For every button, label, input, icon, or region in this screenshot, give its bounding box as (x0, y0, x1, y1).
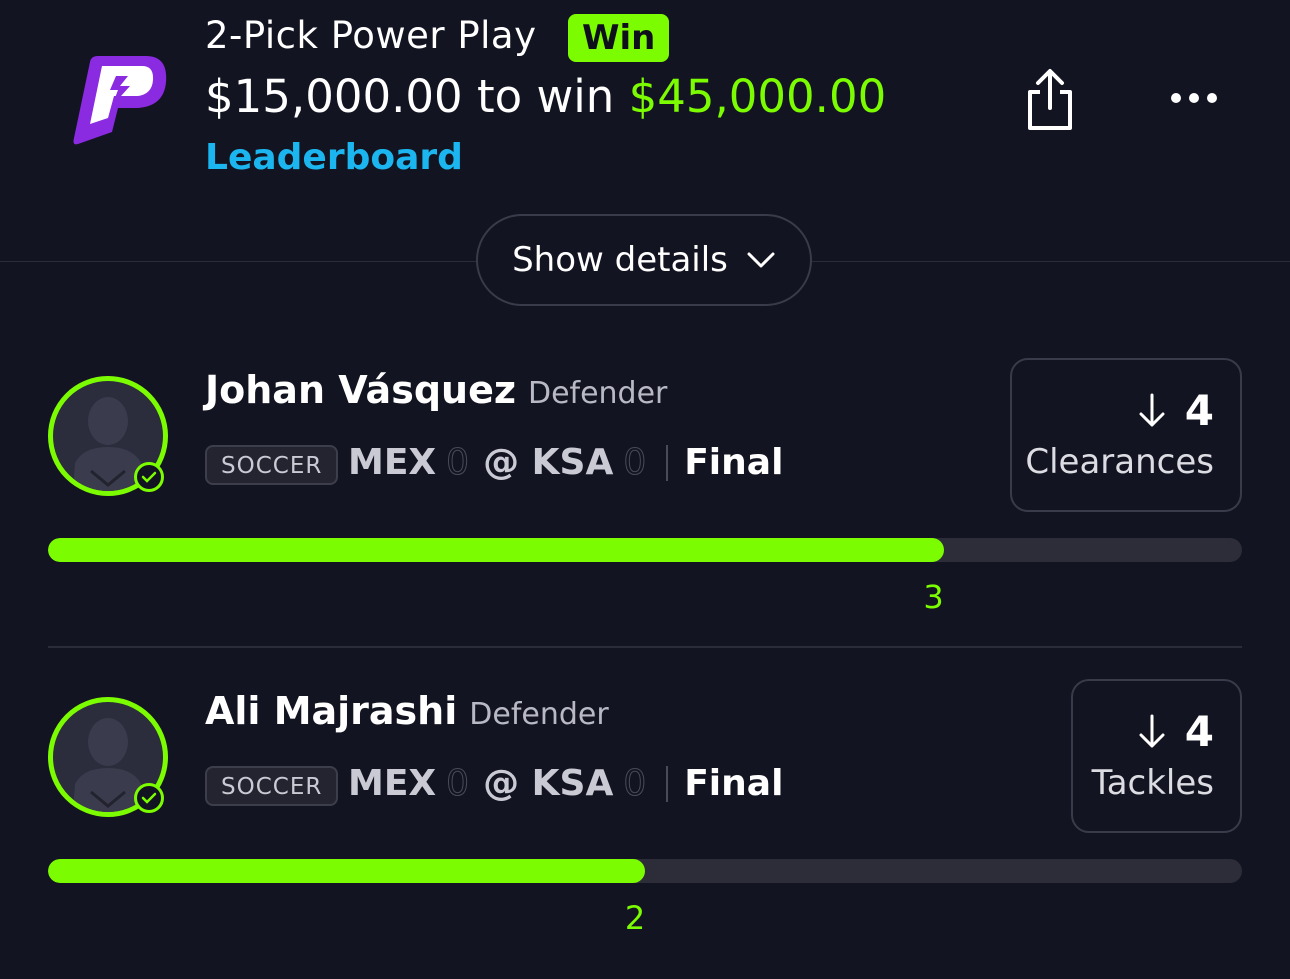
app-logo (68, 48, 172, 148)
projection-line: 4 (1184, 707, 1214, 756)
share-button[interactable] (1020, 66, 1080, 132)
away-score: 0 (446, 442, 470, 484)
actual-value: 2 (624, 899, 646, 937)
check-icon (134, 783, 164, 813)
game-status: Final (684, 442, 784, 483)
away-team: MEX (348, 763, 437, 804)
progress-fill (48, 538, 944, 562)
away-score: 0 (446, 763, 470, 805)
player-name: Johan Vásquez Defender (205, 368, 667, 412)
match-info: MEX 0 @ KSA 0 Final (348, 763, 784, 805)
arrow-down-icon (1139, 393, 1165, 426)
player-name: Ali Majrashi Defender (205, 689, 609, 733)
at-symbol: @ (483, 442, 520, 483)
match-info: MEX 0 @ KSA 0 Final (348, 442, 784, 484)
away-team: MEX (348, 442, 437, 483)
stake-line: $15,000.00 to win $45,000.00 (205, 70, 886, 123)
show-details-label: Show details (512, 240, 728, 280)
projection-box[interactable]: 4 Clearances (1010, 358, 1242, 512)
projection-box[interactable]: 4 Tackles (1071, 679, 1242, 833)
at-symbol: @ (483, 763, 520, 804)
arrow-down-icon (1139, 714, 1165, 747)
game-status: Final (684, 763, 784, 804)
separator (666, 765, 669, 802)
sport-tag: SOCCER (205, 766, 339, 806)
stat-type: Clearances (1025, 442, 1214, 482)
separator (666, 444, 669, 481)
home-team: KSA (531, 763, 614, 804)
chevron-down-icon (747, 252, 775, 268)
share-icon (1028, 69, 1072, 130)
result-badge: Win (568, 14, 670, 62)
leaderboard-link[interactable]: Leaderboard (205, 137, 463, 178)
show-details-button[interactable]: Show details (476, 214, 812, 306)
stat-type: Tackles (1091, 763, 1214, 803)
payout-amount: $45,000.00 (628, 70, 887, 123)
pick-card: Ali Majrashi Defender SOCCER MEX 0 @ KSA … (0, 679, 1290, 979)
progress-bar (48, 859, 1242, 883)
player-position: Defender (469, 697, 609, 732)
home-team: KSA (531, 442, 614, 483)
to-win-text: to win (476, 70, 615, 123)
sport-tag: SOCCER (205, 445, 339, 485)
more-options-button[interactable] (1162, 80, 1226, 116)
home-score: 0 (623, 763, 647, 805)
projection-line: 4 (1184, 386, 1214, 435)
stake-amount: $15,000.00 (205, 70, 463, 123)
player-name-text: Ali Majrashi (205, 689, 458, 733)
actual-value: 3 (923, 578, 944, 616)
player-position: Defender (527, 376, 668, 411)
pick-card: Johan Vásquez Defender SOCCER MEX 0 @ KSA… (0, 358, 1290, 658)
player-avatar (48, 376, 168, 496)
progress-bar (48, 538, 1242, 562)
progress-fill (48, 859, 645, 883)
check-icon (134, 462, 164, 492)
pick-divider (48, 646, 1242, 648)
more-icon (1171, 93, 1217, 103)
player-name-text: Johan Vásquez (205, 368, 516, 412)
entry-title: 2-Pick Power Play (205, 14, 537, 57)
home-score: 0 (623, 442, 647, 484)
player-avatar (48, 697, 168, 817)
